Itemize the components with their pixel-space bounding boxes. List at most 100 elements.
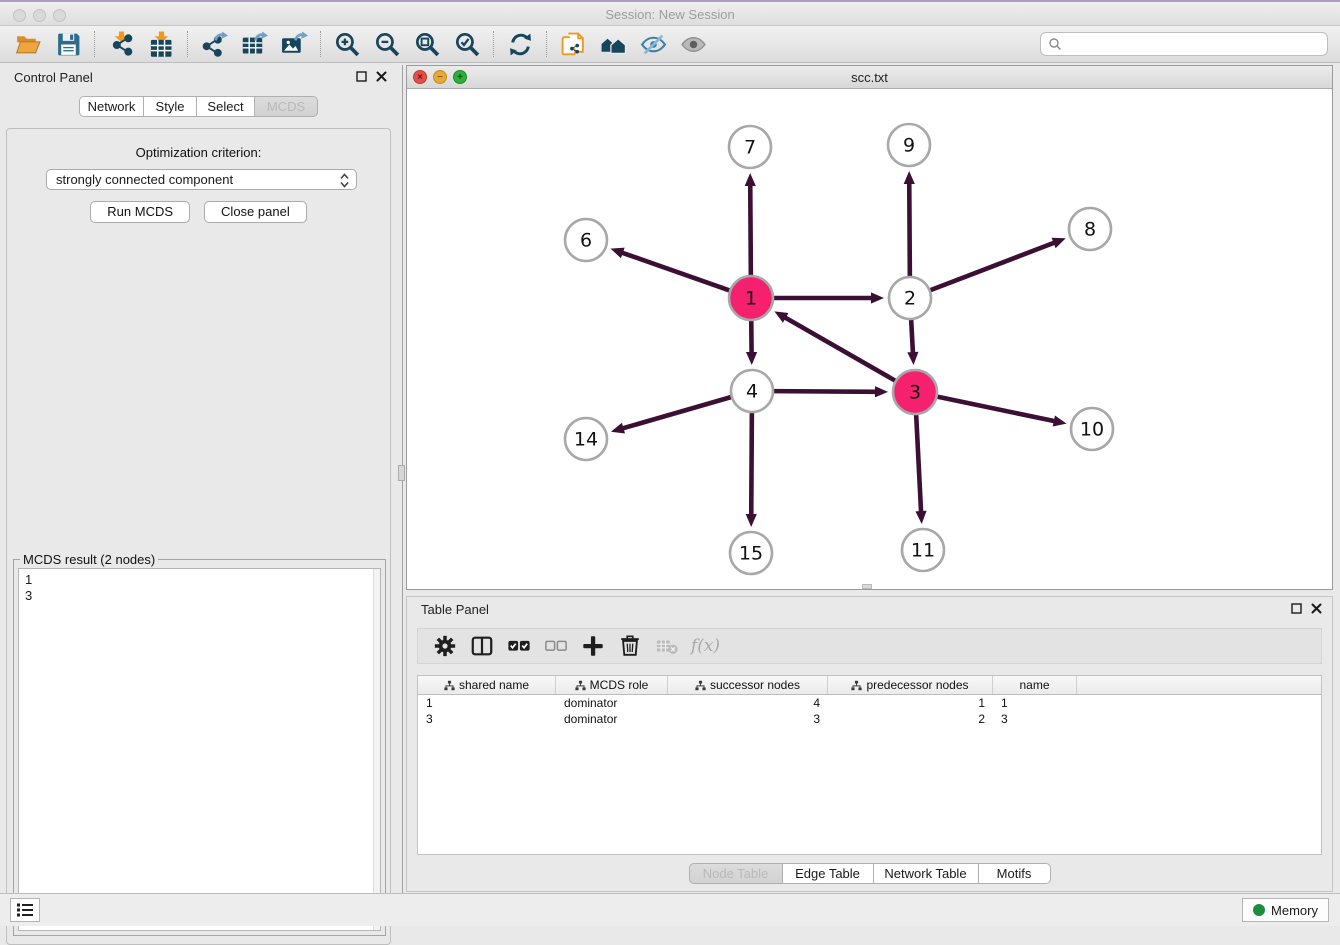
edge-3-11[interactable] bbox=[916, 414, 921, 513]
search-input[interactable] bbox=[1040, 32, 1328, 56]
node-label-7: 7 bbox=[744, 137, 756, 159]
zoom-in-icon[interactable] bbox=[327, 29, 367, 59]
cell-shared-name[interactable]: 3 bbox=[418, 711, 556, 727]
dropdown-stepper-icon bbox=[339, 172, 350, 189]
tab-network-table[interactable]: Network Table bbox=[874, 863, 979, 884]
edge-arrowhead bbox=[611, 423, 625, 434]
show-panels-button[interactable] bbox=[10, 898, 40, 922]
panel-splitter[interactable] bbox=[397, 65, 406, 893]
search-text-field[interactable] bbox=[1066, 37, 1316, 51]
column-header-empty bbox=[1077, 676, 1321, 694]
tab-select[interactable]: Select bbox=[197, 96, 255, 117]
save-session-icon[interactable] bbox=[48, 29, 88, 59]
memory-label: Memory bbox=[1271, 903, 1318, 918]
cell-predecessor-nodes[interactable]: 2 bbox=[828, 711, 993, 727]
export-network-icon[interactable] bbox=[194, 29, 234, 59]
gear-icon[interactable] bbox=[426, 631, 463, 661]
edge-4-15[interactable] bbox=[751, 413, 752, 516]
toolbar-separator bbox=[187, 31, 188, 57]
tab-edge-table[interactable]: Edge Table bbox=[783, 863, 874, 884]
import-network-icon[interactable] bbox=[101, 29, 141, 59]
edge-3-10[interactable] bbox=[937, 397, 1056, 422]
delete-trash-icon[interactable] bbox=[611, 631, 648, 661]
edge-3-1[interactable] bbox=[784, 317, 896, 381]
cell-MCDS-role[interactable]: dominator bbox=[556, 711, 668, 727]
tab-style[interactable]: Style bbox=[144, 96, 197, 117]
open-file-icon[interactable] bbox=[8, 29, 48, 59]
add-column-icon[interactable] bbox=[574, 631, 611, 661]
edge-arrowhead bbox=[875, 386, 888, 397]
network-canvas[interactable]: 7968124314101511 bbox=[407, 89, 1332, 589]
main-toolbar bbox=[0, 26, 1340, 63]
column-header-shared-name[interactable]: shared name bbox=[418, 676, 556, 694]
attribute-icon bbox=[695, 680, 706, 691]
export-image-icon[interactable] bbox=[274, 29, 314, 59]
toolbar-separator bbox=[546, 31, 547, 57]
edge-arrowhead bbox=[746, 352, 757, 365]
show-graphics-details-icon[interactable] bbox=[673, 29, 713, 59]
edge-2-3[interactable] bbox=[911, 320, 913, 354]
network-window-titlebar[interactable]: × − + scc.txt bbox=[407, 66, 1332, 89]
control-panel: Control Panel NetworkStyleSelectMCDS Opt… bbox=[0, 65, 397, 893]
network-graph[interactable]: 7968124314101511 bbox=[407, 89, 1332, 589]
tab-network[interactable]: Network bbox=[79, 96, 144, 117]
close-table-panel-icon[interactable] bbox=[1311, 603, 1322, 614]
result-line: 1 bbox=[25, 572, 380, 588]
optimization-criterion-dropdown[interactable]: strongly connected component bbox=[46, 169, 357, 190]
cell-predecessor-nodes[interactable]: 1 bbox=[828, 695, 993, 711]
zoom-fit-icon[interactable] bbox=[407, 29, 447, 59]
clone-network-icon[interactable] bbox=[553, 29, 593, 59]
status-bar: Memory bbox=[0, 893, 1340, 926]
control-panel-title: Control Panel bbox=[14, 70, 93, 85]
cell-name[interactable]: 3 bbox=[993, 711, 1077, 727]
edge-2-9[interactable] bbox=[909, 182, 910, 276]
edge-arrowhead bbox=[745, 173, 756, 186]
node-table[interactable]: shared name MCDS role successor nodes pr… bbox=[417, 675, 1322, 855]
deselect-all-checks-icon[interactable] bbox=[537, 631, 574, 661]
tab-node-table[interactable]: Node Table bbox=[689, 863, 783, 884]
table-row[interactable]: 3dominator323 bbox=[418, 711, 1321, 727]
edge-2-8[interactable] bbox=[931, 242, 1056, 290]
mcds-result-text-area[interactable]: 13 bbox=[18, 568, 381, 931]
edge-4-14[interactable] bbox=[622, 397, 731, 429]
edge-4-3[interactable] bbox=[774, 391, 877, 392]
float-table-panel-icon[interactable] bbox=[1291, 603, 1302, 614]
splitter-grip[interactable] bbox=[398, 465, 405, 481]
optimization-criterion-label: Optimization criterion: bbox=[7, 145, 390, 160]
run-mcds-button[interactable]: Run MCDS bbox=[90, 201, 190, 223]
column-header-MCDS-role[interactable]: MCDS role bbox=[556, 676, 668, 694]
hide-graphics-details-icon[interactable] bbox=[633, 29, 673, 59]
cell-MCDS-role[interactable]: dominator bbox=[556, 695, 668, 711]
close-panel-icon[interactable] bbox=[376, 71, 387, 82]
memory-button[interactable]: Memory bbox=[1242, 898, 1329, 922]
tab-mcds[interactable]: MCDS bbox=[255, 96, 318, 117]
cell-shared-name[interactable]: 1 bbox=[418, 695, 556, 711]
import-table-icon[interactable] bbox=[141, 29, 181, 59]
zoom-out-icon[interactable] bbox=[367, 29, 407, 59]
function-builder-icon: f(x) bbox=[685, 631, 722, 661]
result-scrollbar[interactable] bbox=[373, 569, 380, 930]
column-header-name[interactable]: name bbox=[993, 676, 1077, 694]
cell-successor-nodes[interactable]: 4 bbox=[668, 695, 828, 711]
select-all-checks-icon[interactable] bbox=[500, 631, 537, 661]
table-row[interactable]: 1dominator411 bbox=[418, 695, 1321, 711]
export-table-icon[interactable] bbox=[234, 29, 274, 59]
close-panel-button[interactable]: Close panel bbox=[204, 201, 307, 223]
split-columns-icon[interactable] bbox=[463, 631, 500, 661]
column-header-successor-nodes[interactable]: successor nodes bbox=[668, 676, 828, 694]
cell-successor-nodes[interactable]: 3 bbox=[668, 711, 828, 727]
edge-1-7[interactable] bbox=[750, 184, 751, 276]
float-panel-icon[interactable] bbox=[356, 71, 367, 82]
refresh-layout-icon[interactable] bbox=[500, 29, 540, 59]
tab-motifs[interactable]: Motifs bbox=[979, 863, 1051, 884]
horizontal-splitter-grip[interactable] bbox=[862, 584, 872, 589]
app-titlebar: Session: New Session bbox=[0, 0, 1340, 26]
mcds-result-group: MCDS result (2 nodes) 13 bbox=[13, 559, 386, 936]
table-toolbar: f(x) bbox=[417, 628, 1322, 664]
column-header-predecessor-nodes[interactable]: predecessor nodes bbox=[828, 676, 993, 694]
home-icon[interactable] bbox=[593, 29, 633, 59]
zoom-selected-icon[interactable] bbox=[447, 29, 487, 59]
cell-name[interactable]: 1 bbox=[993, 695, 1077, 711]
dropdown-selected-value: strongly connected component bbox=[56, 172, 233, 187]
edge-1-6[interactable] bbox=[621, 252, 730, 290]
